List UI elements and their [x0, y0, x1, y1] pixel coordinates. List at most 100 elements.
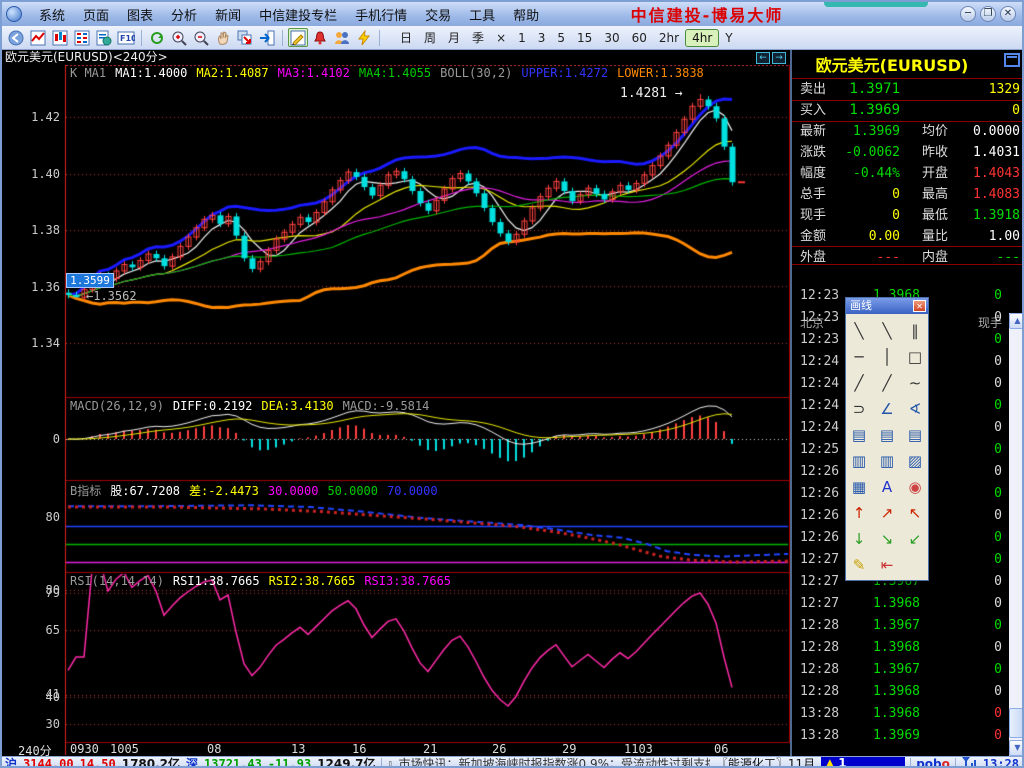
menu-7[interactable]: 交易: [416, 7, 460, 26]
menu-4[interactable]: 新闻: [206, 7, 250, 26]
period-60[interactable]: 60: [626, 30, 653, 46]
eraser-icon[interactable]: ✎: [845, 552, 873, 578]
sector-label[interactable]: 〖能源化工〗11月: [716, 756, 815, 768]
ne-arrow-icon[interactable]: ↗: [873, 500, 901, 526]
kline-chart-icon[interactable]: [50, 28, 70, 47]
down-arrow-icon[interactable]: ↓: [845, 526, 873, 552]
period-季[interactable]: 季: [466, 28, 490, 47]
tick-row[interactable]: 13:281.39690: [792, 725, 1008, 747]
alarm-bell-icon[interactable]: [310, 28, 330, 47]
tick-row[interactable]: 12:271.39680: [792, 593, 1008, 615]
quote-title: 欧元美元(EURUSD): [792, 52, 992, 76]
period-5[interactable]: 5: [551, 30, 571, 46]
period-×[interactable]: ×: [490, 30, 512, 46]
indicator-value: BOLL(30,2): [440, 66, 512, 80]
tick-row[interactable]: 12:281.39680: [792, 637, 1008, 659]
alert-box[interactable]: ▲ 1: [821, 757, 905, 768]
report-icon[interactable]: [94, 28, 114, 47]
up-arrow-icon[interactable]: ↑: [845, 500, 873, 526]
news-ticker[interactable]: 』市场快讯：新加坡海峡时报指数涨0.9%；受流动性过剩支撑...: [387, 756, 710, 768]
menu-3[interactable]: 分析: [162, 7, 206, 26]
sh-index-change: 14.50: [80, 757, 116, 768]
gann-fan-icon[interactable]: ∢: [901, 396, 929, 422]
panel-restore-icon[interactable]: [1004, 53, 1020, 67]
parallel-lines-icon[interactable]: ∥: [901, 318, 929, 344]
period-月[interactable]: 月: [442, 28, 466, 47]
community-icon[interactable]: [332, 28, 352, 47]
restore-button[interactable]: ❐: [980, 6, 996, 22]
palette-title[interactable]: 画线 ✕: [846, 298, 928, 314]
menu-5[interactable]: 中信建投专栏: [250, 7, 346, 26]
scroll-up-icon[interactable]: ▲: [1009, 313, 1024, 329]
tick-row[interactable]: 13:281.39680: [792, 703, 1008, 725]
sz-index-label[interactable]: 深: [186, 756, 198, 768]
quote-list-icon[interactable]: [72, 28, 92, 47]
scroll-down-icon[interactable]: ▼: [1009, 740, 1024, 756]
menu-6[interactable]: 手机行情: [346, 7, 416, 26]
refresh-icon[interactable]: [147, 28, 167, 47]
back-icon[interactable]: [6, 28, 26, 47]
scroll-thumb[interactable]: [1009, 708, 1024, 738]
period-Y[interactable]: Y: [719, 30, 738, 46]
period-30[interactable]: 30: [598, 30, 625, 46]
menu-0[interactable]: 系统: [30, 7, 74, 26]
zoom-in-icon[interactable]: [169, 28, 189, 47]
draw-line-icon[interactable]: [288, 28, 308, 47]
channel-icon[interactable]: ▨: [901, 448, 929, 474]
next-page-icon[interactable]: →: [772, 52, 786, 64]
minimize-button[interactable]: ─: [960, 6, 976, 22]
tick-scrollbar[interactable]: ▲ ▼: [1009, 313, 1024, 756]
zoom-out-icon[interactable]: [191, 28, 211, 47]
svg-text:F10: F10: [120, 34, 135, 43]
menu-2[interactable]: 图表: [118, 7, 162, 26]
vertical-line-icon[interactable]: │: [873, 344, 901, 370]
indicator-value: RSI(14,14,14): [70, 574, 164, 588]
polyline-icon[interactable]: ╱: [873, 370, 901, 396]
delete-all-icon[interactable]: ⇤: [873, 552, 901, 578]
menu-1[interactable]: 页面: [74, 7, 118, 26]
ray-line-icon[interactable]: ╲: [873, 318, 901, 344]
regression-icon[interactable]: ▦: [845, 474, 873, 500]
nw-arrow-icon[interactable]: ↖: [901, 500, 929, 526]
sw-arrow-icon[interactable]: ↙: [901, 526, 929, 552]
prev-page-icon[interactable]: ←: [756, 52, 770, 64]
fib-retracement-icon[interactable]: ▤: [845, 422, 873, 448]
cycle-lines-icon[interactable]: ▥: [873, 448, 901, 474]
x-axis-label: 0930: [70, 742, 99, 756]
period-日[interactable]: 日: [394, 28, 418, 47]
period-周[interactable]: 周: [418, 28, 442, 47]
menu-8[interactable]: 工具: [460, 7, 504, 26]
percent-lines-icon[interactable]: ▤: [901, 422, 929, 448]
rectangle-icon[interactable]: □: [901, 344, 929, 370]
hotkey-flash-icon[interactable]: [354, 28, 374, 47]
gann-circle-icon[interactable]: ◉: [901, 474, 929, 500]
segment-icon[interactable]: ╱: [845, 370, 873, 396]
horizontal-line-icon[interactable]: ─: [845, 344, 873, 370]
tick-row[interactable]: 12:281.39670: [792, 615, 1008, 637]
period-4hr[interactable]: 4hr: [685, 29, 719, 47]
goto-icon[interactable]: [257, 28, 277, 47]
wave-icon[interactable]: ∼: [901, 370, 929, 396]
tick-row[interactable]: 12:281.39680: [792, 681, 1008, 703]
f10-info-icon[interactable]: F10: [116, 28, 136, 47]
period-1[interactable]: 1: [512, 30, 532, 46]
period-3[interactable]: 3: [532, 30, 552, 46]
arc-icon[interactable]: ⊃: [845, 396, 873, 422]
period-15[interactable]: 15: [571, 30, 598, 46]
se-arrow-icon[interactable]: ↘: [873, 526, 901, 552]
quote-row-幅度: 幅度-0.44%开盘1.4043: [792, 163, 1024, 184]
page-switch-icon[interactable]: [235, 28, 255, 47]
close-button[interactable]: ✕: [1000, 6, 1016, 22]
fib-timezone-icon[interactable]: ▥: [845, 448, 873, 474]
period-2hr[interactable]: 2hr: [653, 30, 685, 46]
tick-row[interactable]: 12:281.39670: [792, 659, 1008, 681]
line-chart-icon[interactable]: [28, 28, 48, 47]
palette-close-icon[interactable]: ✕: [913, 300, 926, 312]
trend-line-icon[interactable]: ╲: [845, 318, 873, 344]
fib-extension-icon[interactable]: ▤: [873, 422, 901, 448]
period-selector: 日周月季×1351530602hr4hrY: [394, 28, 739, 47]
drag-hand-icon[interactable]: [213, 28, 233, 47]
text-icon[interactable]: A: [873, 474, 901, 500]
angle-icon[interactable]: ∠: [873, 396, 901, 422]
sh-index-label[interactable]: 沪: [5, 756, 17, 768]
